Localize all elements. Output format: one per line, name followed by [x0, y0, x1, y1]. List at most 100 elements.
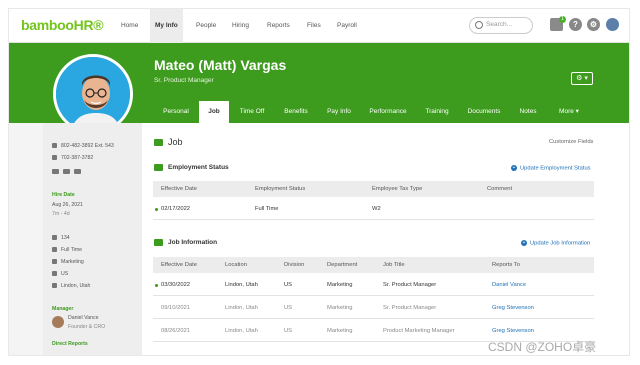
tab-pay-info[interactable]: Pay Info — [321, 101, 357, 123]
table-cell: US — [284, 328, 293, 334]
column-header[interactable]: Effective Date — [161, 257, 197, 273]
notification-badge: 1 — [559, 16, 566, 23]
location-value: Lindon, Utah — [61, 283, 91, 289]
update-employment-status-link[interactable]: + Update Employment Status — [511, 165, 591, 172]
profile-settings-button[interactable]: ⚙ ▾ — [571, 72, 593, 85]
help-icon[interactable]: ? — [569, 18, 582, 31]
tab-documents[interactable]: Documents — [462, 101, 506, 123]
nav-hiring[interactable]: Hiring — [232, 9, 249, 43]
column-header[interactable]: Location — [225, 257, 247, 273]
table-row[interactable]: 09/10/2021 Lindon, Utah US Marketing Sr.… — [153, 297, 594, 319]
nav-payroll[interactable]: Payroll — [337, 9, 357, 43]
employment-status-title-text: Employment Status — [168, 164, 229, 172]
employee-job-title: Sr. Product Manager — [154, 77, 214, 84]
briefcase-icon — [154, 139, 163, 147]
nav-files[interactable]: Files — [307, 9, 321, 43]
reports-to-link[interactable]: Greg Stevenson — [492, 297, 534, 319]
user-avatar[interactable] — [606, 18, 619, 31]
column-header[interactable]: Department — [327, 257, 357, 273]
phone-extension: Ext. 543 — [94, 143, 114, 149]
column-header[interactable]: Reports To — [492, 257, 520, 273]
logo-text: bamboo — [21, 17, 74, 33]
tab-time-off[interactable]: Time Off — [235, 101, 269, 123]
employment-status-title: Employment Status — [154, 164, 229, 171]
employment-status-icon — [154, 164, 163, 171]
nav-people[interactable]: People — [196, 9, 216, 43]
tab-notes[interactable]: Notes — [514, 101, 542, 123]
bamboohr-logo[interactable]: bambooHR® — [21, 17, 104, 33]
department: Marketing — [52, 259, 84, 265]
table-cell: 08/26/2021 — [161, 328, 191, 334]
job-section-title-text: Job — [168, 137, 183, 147]
manager-title: Founder & CRO — [68, 324, 106, 330]
nav-reports[interactable]: Reports — [267, 9, 290, 43]
manager-label: Manager — [52, 306, 74, 312]
nav-home[interactable]: Home — [121, 9, 138, 43]
country: US — [52, 271, 68, 277]
current-indicator — [155, 284, 158, 287]
job-information-icon — [154, 239, 163, 246]
flag-icon — [52, 271, 57, 277]
nav-my-info[interactable]: My Info — [150, 9, 183, 43]
column-header[interactable]: Employment Status — [255, 181, 305, 197]
employee-number-value: 134 — [61, 235, 70, 241]
column-header[interactable]: Comment — [487, 181, 512, 197]
direct-reports-label[interactable]: Direct Reports — [52, 341, 88, 347]
table-row[interactable]: 03/30/2022 Lindon, Utah US Marketing Sr.… — [153, 274, 594, 296]
manager-name[interactable]: Daniel Vance — [68, 315, 98, 321]
employee-name: Mateo (Matt) Vargas — [154, 57, 287, 73]
clock-icon — [52, 247, 57, 253]
gear-icon[interactable]: ⚙ — [587, 18, 600, 31]
search-placeholder: Search... — [486, 21, 513, 28]
column-header[interactable]: Effective Date — [161, 181, 197, 197]
employee-number: 134 — [52, 235, 70, 241]
work-phone-number: 802-482-3892 — [61, 143, 94, 149]
hire-date-label: Hire Date — [52, 192, 75, 198]
tab-personal[interactable]: Personal — [159, 101, 193, 123]
tab-more[interactable]: More ▾ — [549, 101, 589, 123]
customize-fields-link[interactable]: Customize Fields — [549, 139, 593, 145]
table-cell: W2 — [372, 206, 381, 212]
update-job-information-text: Update Job Information — [530, 240, 591, 247]
tab-training[interactable]: Training — [419, 101, 455, 123]
logo-hr-text: HR® — [73, 17, 104, 33]
email-icon[interactable] — [52, 169, 59, 175]
tab-benefits[interactable]: Benefits — [279, 101, 313, 123]
department-value: Marketing — [61, 259, 84, 265]
tab-job[interactable]: Job — [199, 101, 229, 123]
job-information-header: Effective Date Location Division Departm… — [153, 257, 594, 273]
profile-tabs: Personal Job Time Off Benefits Pay Info … — [9, 101, 629, 123]
department-icon — [52, 259, 57, 265]
table-row[interactable]: 02/17/2022 Full Time W2 — [153, 198, 594, 220]
table-cell: Lindon, Utah — [225, 328, 258, 334]
column-header[interactable]: Division — [284, 257, 304, 273]
job-information-title: Job Information — [154, 239, 217, 246]
twitter-icon[interactable] — [63, 169, 70, 175]
hire-duration: 7m - 4d — [52, 211, 70, 217]
search-box[interactable]: Search... — [469, 17, 533, 34]
phone-icon — [52, 143, 57, 149]
table-cell: Sr. Product Manager — [383, 282, 437, 288]
manager-avatar[interactable] — [52, 316, 64, 328]
location-pin-icon — [52, 283, 57, 289]
column-header[interactable]: Job Title — [383, 257, 405, 273]
tab-performance[interactable]: Performance — [364, 101, 412, 123]
mobile-phone-number: 702-387-3782 — [61, 155, 94, 161]
update-employment-status-text: Update Employment Status — [520, 165, 591, 172]
job-section-title: Job — [154, 137, 183, 147]
table-cell: Full Time — [255, 206, 279, 212]
current-indicator — [155, 208, 158, 211]
column-header[interactable]: Employee Tax Type — [372, 181, 422, 197]
table-cell: Marketing — [327, 305, 353, 311]
employment-type: Full Time — [52, 247, 82, 253]
table-cell: 02/17/2022 — [161, 206, 191, 212]
employment-status-header: Effective Date Employment Status Employe… — [153, 181, 594, 197]
table-cell: Marketing — [327, 328, 353, 334]
plus-icon: + — [511, 165, 517, 171]
job-information-title-text: Job Information — [168, 239, 218, 247]
update-job-information-link[interactable]: + Update Job Information — [521, 240, 590, 247]
employment-type-value: Full Time — [61, 247, 83, 253]
reports-to-link[interactable]: Daniel Vance — [492, 274, 526, 296]
facebook-icon[interactable] — [74, 169, 81, 175]
table-cell: Sr. Product Manager — [383, 305, 437, 311]
